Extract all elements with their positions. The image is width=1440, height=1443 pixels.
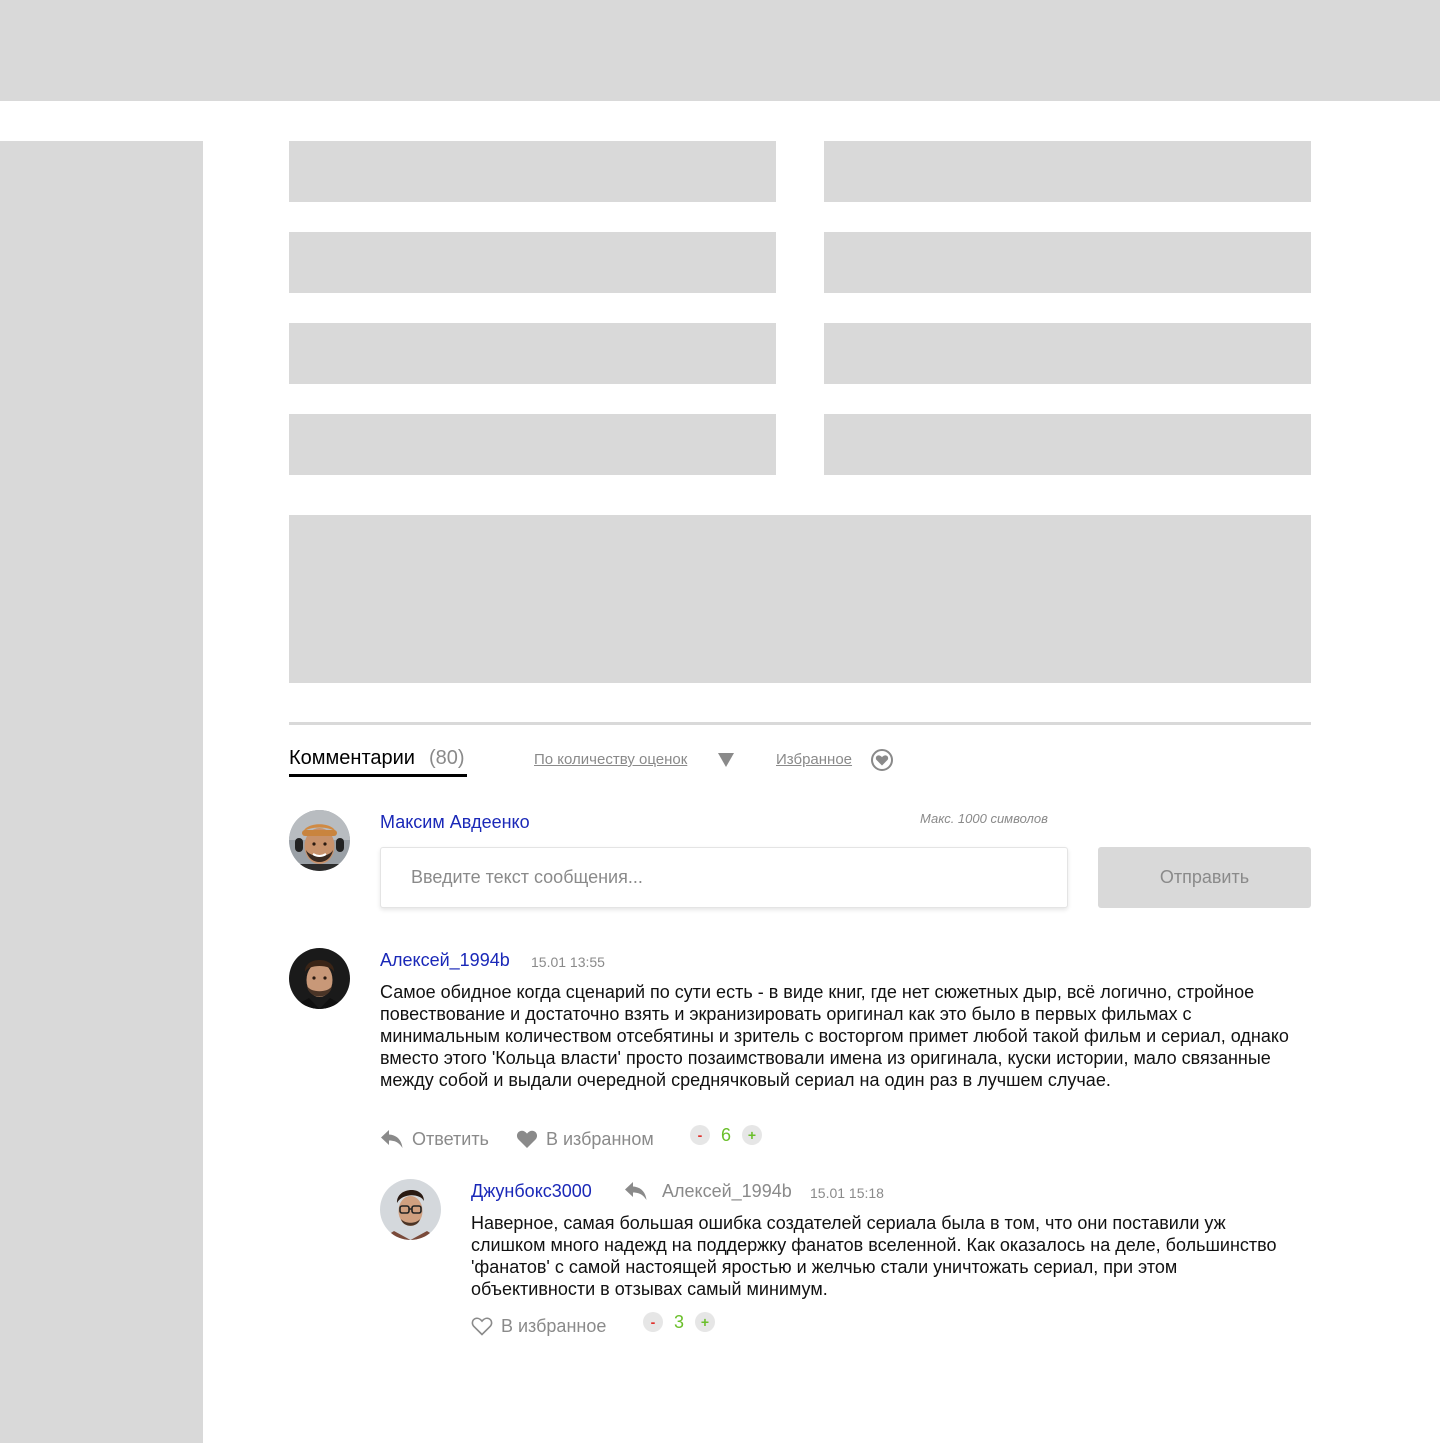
comment-text: Наверное, самая большая ошибка создателе… bbox=[471, 1213, 1277, 1299]
content-placeholder-block bbox=[824, 232, 1311, 293]
vote-up-button[interactable]: + bbox=[742, 1125, 762, 1145]
heart-outline-icon bbox=[471, 1317, 493, 1336]
favorite-toggle-button[interactable]: В избранное bbox=[471, 1314, 606, 1338]
favorite-label: В избранном bbox=[546, 1129, 654, 1149]
section-divider bbox=[289, 722, 1311, 725]
heart-filled-icon bbox=[516, 1130, 538, 1148]
comments-count: (80) bbox=[428, 747, 465, 769]
content-placeholder-wide bbox=[289, 515, 1311, 683]
favorite-label: В избранное bbox=[501, 1316, 607, 1336]
favorite-toggle-button[interactable]: В избранном bbox=[516, 1127, 654, 1151]
rating-count: 6 bbox=[720, 1125, 731, 1145]
comment-author-name[interactable]: Алексей_1994b bbox=[380, 948, 510, 972]
reply-arrow-icon bbox=[625, 1182, 647, 1200]
content-placeholder-block bbox=[289, 414, 776, 475]
vote-up-button[interactable]: + bbox=[695, 1312, 715, 1332]
content-placeholder-block bbox=[289, 323, 776, 384]
content-placeholder-block bbox=[824, 141, 1311, 202]
comment-text: Самое обидное когда сценарий по сути ест… bbox=[380, 982, 1289, 1090]
reply-arrow-icon bbox=[381, 1130, 403, 1148]
comment-author-avatar[interactable] bbox=[289, 948, 350, 1009]
comment-author-avatar[interactable] bbox=[380, 1179, 441, 1240]
reply-label: Ответить bbox=[412, 1129, 489, 1149]
content-placeholder-block bbox=[824, 323, 1311, 384]
header-placeholder bbox=[0, 0, 1440, 101]
comment-timestamp: 15.01 15:18 bbox=[810, 1185, 884, 1201]
vote-down-button[interactable]: - bbox=[643, 1312, 663, 1332]
max-chars-hint: Макс. 1000 символов bbox=[920, 811, 1048, 826]
sidebar-placeholder bbox=[0, 141, 203, 1443]
sort-by-ratings-link[interactable]: По количеству оценок bbox=[534, 750, 687, 770]
rating-count: 3 bbox=[673, 1312, 684, 1332]
caret-down-icon[interactable] bbox=[718, 753, 734, 767]
comment-input[interactable] bbox=[380, 847, 1068, 908]
content-placeholder-block bbox=[824, 414, 1311, 475]
tab-comments-label: Комментарии bbox=[289, 747, 415, 769]
reply-button[interactable]: Ответить bbox=[380, 1127, 489, 1151]
comment-timestamp: 15.01 13:55 bbox=[531, 954, 605, 970]
current-user-avatar bbox=[289, 810, 350, 871]
content-placeholder-block bbox=[289, 141, 776, 202]
favorites-filter-link[interactable]: Избранное bbox=[776, 750, 852, 770]
vote-down-button[interactable]: - bbox=[690, 1125, 710, 1145]
reply-to-author[interactable]: Алексей_1994b bbox=[662, 1179, 792, 1203]
content-placeholder-block bbox=[289, 232, 776, 293]
tab-comments[interactable]: Комментарии (80) bbox=[289, 744, 467, 777]
current-user-name[interactable]: Максим Авдеенко bbox=[380, 810, 530, 834]
reply-to-indicator: Алексей_1994b bbox=[624, 1179, 792, 1203]
comment-author-name[interactable]: Джунбокс3000 bbox=[471, 1179, 592, 1203]
send-button[interactable]: Отправить bbox=[1098, 847, 1311, 908]
heart-circle-icon[interactable] bbox=[871, 749, 893, 771]
